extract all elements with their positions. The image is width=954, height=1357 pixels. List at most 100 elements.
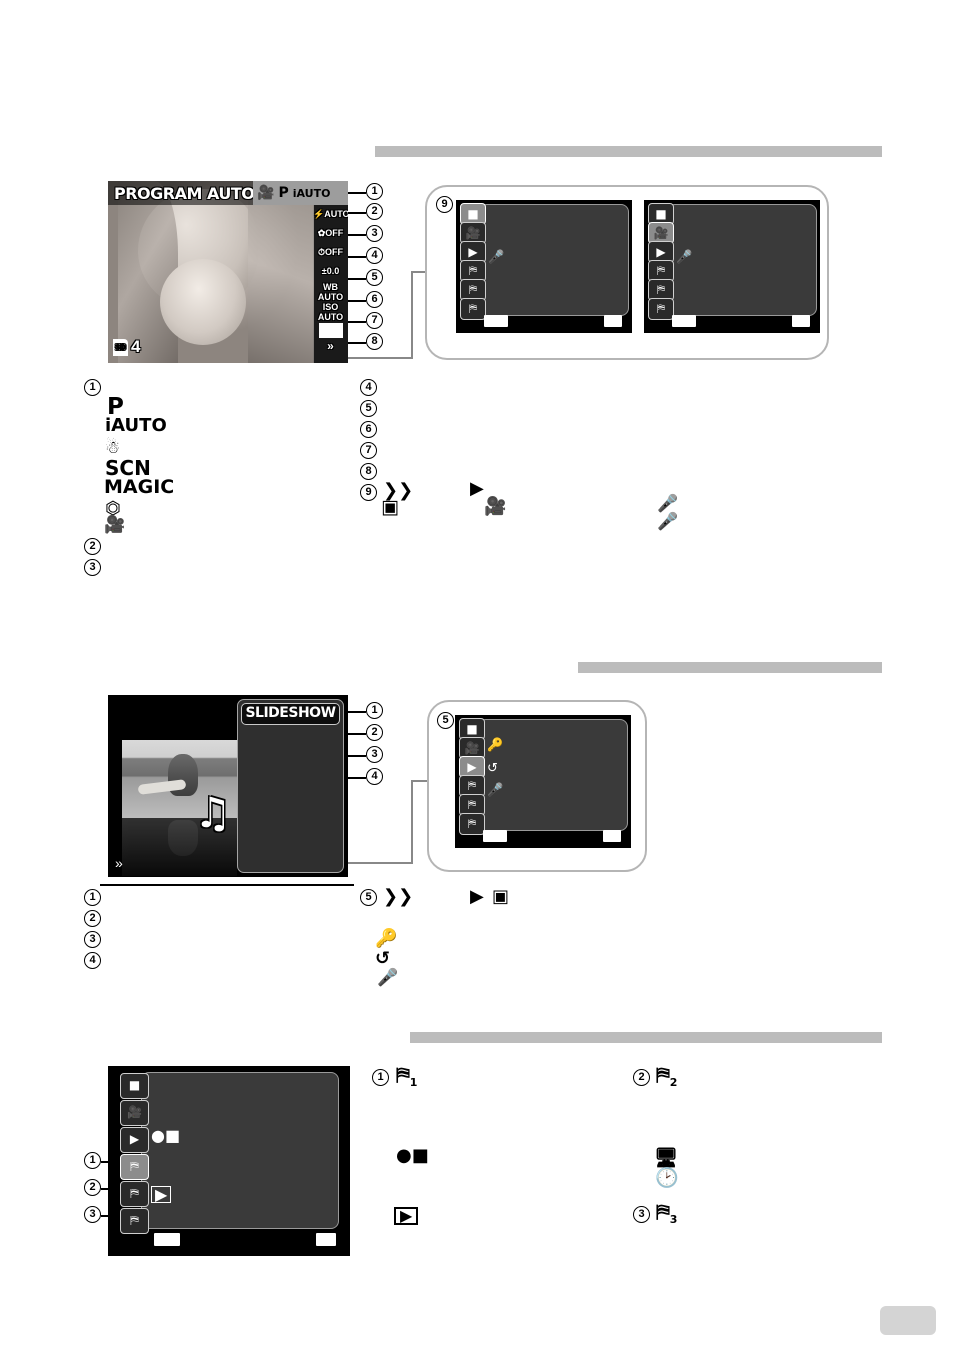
selftimer-icon: ⏱OFF bbox=[317, 247, 344, 257]
program-auto-lcd-screen: PROGRAM AUTO 🎥 P iAUTO ⚡AUTO ✿OFF ⏱OFF ±… bbox=[108, 181, 348, 363]
leader-6 bbox=[348, 300, 366, 302]
lcd-mode-icon-strip: 🎥 P iAUTO bbox=[253, 181, 348, 205]
legend-s2-callout-3: 3 bbox=[84, 931, 101, 948]
section2-rule bbox=[578, 662, 882, 673]
play-triangle-icon: ▶ bbox=[470, 886, 484, 907]
menu-tab-movie[interactable]: 🎥 bbox=[120, 1100, 149, 1126]
leader-s2-to-box-h1 bbox=[348, 862, 413, 864]
menu-tab-setup3[interactable]: ⛿ bbox=[459, 813, 485, 835]
leader-s3-2 bbox=[101, 1188, 120, 1190]
legend-s3-callout-2: 2 bbox=[633, 1069, 650, 1086]
legend-callout-9: 9 bbox=[360, 484, 377, 501]
key-icon: 🔑 bbox=[375, 928, 398, 949]
sd-card-icon: SD bbox=[113, 338, 128, 356]
callout-4: 4 bbox=[366, 247, 383, 264]
movie-icon: 🎥 bbox=[484, 496, 507, 517]
movie-menu-screen: ■ 🎥 ▶ ⛿ ⛿ ⛿ 🎤 bbox=[644, 200, 820, 333]
menu-button-right[interactable] bbox=[604, 315, 622, 327]
legend-callout-8: 8 bbox=[360, 463, 377, 480]
still-picture-menu-screen: ■ 🎥 ▶ ⛿ ⛿ ⛿ 🎤 bbox=[456, 200, 632, 333]
chevron-double-icon: ❯❯ bbox=[383, 886, 414, 907]
image-stabilizer-icon: ☃ bbox=[105, 438, 121, 458]
menu-button-left[interactable] bbox=[672, 315, 696, 327]
wb-icon: WB AUTO bbox=[317, 282, 344, 302]
leader-s3-3 bbox=[101, 1215, 120, 1217]
leader-s2-1 bbox=[348, 711, 366, 713]
lcd-photo-preview bbox=[108, 181, 314, 363]
unlock-icon: ↺ bbox=[487, 761, 498, 776]
callout-s3-2: 2 bbox=[84, 1179, 101, 1196]
legend-s2-callout-1: 1 bbox=[84, 889, 101, 906]
leader-1 bbox=[348, 192, 366, 194]
lcd-mode-title: PROGRAM AUTO bbox=[114, 184, 255, 203]
legend-callout-4: 4 bbox=[360, 379, 377, 396]
leader-s2-4 bbox=[348, 777, 366, 779]
menu-tab-setup2[interactable]: ⛿ bbox=[120, 1181, 149, 1207]
exposure-comp-icon: ±0.0 bbox=[321, 266, 340, 276]
section2-legend-divider bbox=[100, 884, 354, 886]
microphone-icon: 🎤 bbox=[487, 783, 504, 798]
legend-s2-callout-5: 5 bbox=[360, 889, 377, 906]
legend-callout-1: 1 bbox=[84, 379, 101, 396]
setup3-icon: ⛿3 bbox=[656, 1201, 678, 1226]
legend-callout-2: 2 bbox=[84, 538, 101, 555]
page-number-tab bbox=[880, 1306, 936, 1335]
flash-icon: ⚡AUTO bbox=[313, 209, 348, 219]
callout-2: 2 bbox=[366, 203, 383, 220]
leader-7 bbox=[348, 321, 366, 323]
callout-1: 1 bbox=[366, 183, 383, 200]
legend-callout-7: 7 bbox=[360, 442, 377, 459]
key-icon: 🔑 bbox=[487, 738, 504, 753]
callout-8: 8 bbox=[366, 333, 383, 350]
legend-s2-callout-2: 2 bbox=[84, 910, 101, 927]
chevron-double-icon: » bbox=[115, 855, 123, 871]
leader-4 bbox=[348, 256, 366, 258]
menu-button-left[interactable] bbox=[483, 830, 507, 842]
chevron-double-icon: » bbox=[327, 339, 334, 353]
callout-5: 5 bbox=[366, 269, 383, 286]
callout-s2-1: 1 bbox=[366, 702, 383, 719]
legend-callout-5: 5 bbox=[360, 400, 377, 417]
microphone-icon: 🎤 bbox=[488, 250, 505, 265]
menu-tab-setup1[interactable]: ⛿ bbox=[120, 1154, 149, 1180]
callout-s2-4: 4 bbox=[366, 768, 383, 785]
menu-tab-playback[interactable]: ▶ bbox=[120, 1127, 149, 1153]
shots-remaining: 4 bbox=[131, 337, 141, 356]
menu-tab-setup3[interactable]: ⛿ bbox=[460, 298, 486, 320]
leader-to-menu-box-v bbox=[411, 272, 413, 359]
setup-menu-screen: ■ 🎥 ▶ ⛿ ⛿ ⛿ ●■ ▶ bbox=[108, 1066, 350, 1256]
legend-callout-3: 3 bbox=[84, 559, 101, 576]
leader-s2-to-box-v bbox=[411, 781, 413, 864]
play-triangle-icon: ▶ bbox=[470, 478, 484, 499]
setup1-icon: ⛿1 bbox=[396, 1064, 418, 1089]
menu-panel bbox=[141, 1072, 339, 1229]
legend-callout-6: 6 bbox=[360, 421, 377, 438]
pixel-mapping-icon: ●■ bbox=[151, 1126, 181, 1145]
microphone-icon: 🎤 bbox=[657, 494, 679, 514]
movie-icon: 🎥 bbox=[257, 185, 275, 201]
unlock-icon: ↺ bbox=[375, 948, 391, 969]
menu-tab-setup3[interactable]: ⛿ bbox=[648, 298, 674, 320]
callout-9: 9 bbox=[436, 196, 453, 213]
leader-5 bbox=[348, 278, 366, 280]
setup2-icon: ⛿2 bbox=[656, 1064, 678, 1089]
menu-button-left[interactable] bbox=[484, 315, 508, 327]
callout-s3-1: 1 bbox=[84, 1152, 101, 1169]
legend-s2-callout-4: 4 bbox=[84, 952, 101, 969]
menu-button-right[interactable] bbox=[792, 315, 810, 327]
leader-s2-2 bbox=[348, 733, 366, 735]
menu-tab-camera[interactable]: ■ bbox=[120, 1073, 149, 1099]
menu-tab-setup3[interactable]: ⛿ bbox=[120, 1208, 149, 1234]
camera-icon: ▣ bbox=[381, 496, 399, 518]
photo-detail-left bbox=[118, 181, 178, 363]
microphone-icon: 🎤 bbox=[676, 250, 693, 265]
callout-s3-3: 3 bbox=[84, 1206, 101, 1223]
menu-button-right[interactable] bbox=[603, 830, 621, 842]
callout-s2-2: 2 bbox=[366, 724, 383, 741]
macro-icon: ✿OFF bbox=[317, 228, 344, 238]
leader-8 bbox=[348, 342, 366, 344]
music-note-icon: ♫ bbox=[194, 788, 232, 837]
menu-button-right[interactable] bbox=[316, 1233, 336, 1246]
menu-button-left[interactable] bbox=[154, 1233, 180, 1246]
iso-icon: ISO AUTO bbox=[317, 302, 344, 322]
